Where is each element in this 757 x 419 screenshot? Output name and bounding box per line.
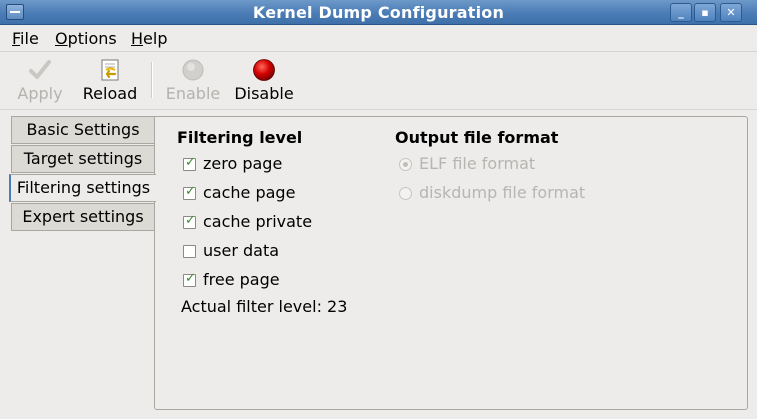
enable-button[interactable]: Enable [163, 56, 223, 106]
minimize-icon: _ [678, 6, 684, 19]
checkbox-box[interactable]: ✓ [183, 271, 196, 287]
close-button[interactable]: ✕ [720, 3, 742, 22]
checkbox-box[interactable]: ✓ [183, 155, 196, 171]
radio-selected-dot [403, 162, 408, 167]
radio-button[interactable] [399, 187, 412, 200]
tab-filtering-settings[interactable]: Filtering settings [9, 174, 156, 202]
apply-button[interactable]: Apply [12, 56, 68, 106]
output-file-format-heading: Output file format [395, 128, 559, 147]
title-bar: Kernel Dump Configuration _ ▪ ✕ [0, 0, 757, 25]
radio-button[interactable] [399, 158, 412, 171]
menu-help[interactable]: Help [131, 29, 167, 48]
checkmark-icon: ✓ [185, 184, 196, 199]
tab-expert-settings[interactable]: Expert settings [11, 203, 154, 231]
disable-button[interactable]: Disable [233, 56, 295, 106]
checkmark-icon: ✓ [185, 271, 196, 286]
checkbox-box[interactable]: ✓ [183, 184, 196, 200]
maximize-icon: ▪ [701, 6, 709, 19]
toolbar-divider [0, 109, 757, 110]
gray-circle-icon [182, 59, 204, 81]
maximize-button[interactable]: ▪ [694, 3, 716, 22]
checkbox-box[interactable]: ✓ [183, 213, 196, 229]
close-icon: ✕ [726, 6, 736, 19]
checkmark-icon: ✓ [185, 155, 196, 170]
checkmark-icon: ✓ [185, 213, 196, 228]
toolbar: Apply Reload Enable Disable [0, 52, 757, 109]
filtering-level-heading: Filtering level [177, 128, 303, 147]
toolbar-separator [151, 62, 153, 98]
reload-button[interactable]: Reload [80, 56, 140, 106]
tab-target-settings[interactable]: Target settings [11, 145, 154, 173]
tab-basic-settings[interactable]: Basic Settings [11, 116, 154, 144]
menu-file[interactable]: File [12, 29, 39, 48]
reload-document-icon [101, 59, 119, 81]
checkmark-icon [29, 60, 51, 79]
actual-filter-level-text: Actual filter level: 23 [181, 297, 348, 316]
menu-bar: File Options Help [0, 26, 757, 51]
minimize-button[interactable]: _ [670, 3, 692, 22]
window-title: Kernel Dump Configuration [252, 3, 505, 22]
red-circle-icon [253, 59, 275, 81]
menu-options[interactable]: Options [55, 29, 117, 48]
checkbox-box[interactable] [183, 245, 196, 258]
